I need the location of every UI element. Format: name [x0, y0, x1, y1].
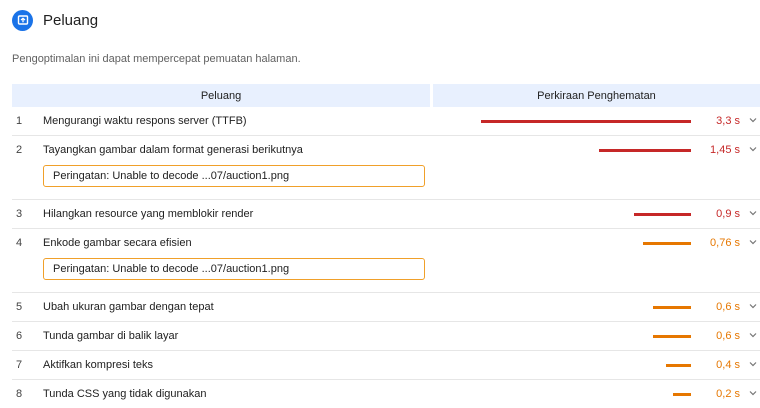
- chevron-down-icon[interactable]: [748, 208, 758, 218]
- chevron-down-icon[interactable]: [748, 237, 758, 247]
- savings-bar: [599, 149, 691, 152]
- savings-bar: [643, 242, 691, 245]
- row-title: Enkode gambar secara efisien: [43, 237, 192, 249]
- row-summary[interactable]: 3 Hilangkan resource yang memblokir rende…: [12, 200, 760, 228]
- table-header: Peluang Perkiraan Penghematan: [12, 84, 760, 107]
- column-header-opportunity: Peluang: [12, 84, 430, 107]
- row-summary[interactable]: 1 Mengurangi waktu respons server (TTFB) 3…: [12, 107, 760, 135]
- chevron-down-icon[interactable]: [748, 330, 758, 340]
- section-description: Pengoptimalan ini dapat mempercepat pemu…: [12, 53, 301, 65]
- opportunity-row[interactable]: 4 Enkode gambar secara efisien 0,76 s Perin…: [12, 229, 760, 293]
- row-title: Aktifkan kompresi teks: [43, 359, 154, 371]
- chevron-down-icon[interactable]: [748, 388, 758, 398]
- opportunity-row[interactable]: 7 Aktifkan kompresi teks 0,4 s: [12, 351, 760, 380]
- savings-value: 0,4 s: [716, 359, 740, 371]
- chevron-down-icon[interactable]: [748, 144, 758, 154]
- row-number: 7: [16, 359, 23, 371]
- row-title: Tayangkan gambar dalam format generasi b…: [43, 144, 303, 156]
- opportunity-row[interactable]: 6 Tunda gambar di balik layar 0,6 s: [12, 322, 760, 351]
- chevron-down-icon[interactable]: [748, 359, 758, 369]
- savings-bar: [653, 335, 691, 338]
- row-summary[interactable]: 6 Tunda gambar di balik layar 0,6 s: [12, 322, 760, 350]
- savings-value: 0,6 s: [716, 330, 740, 342]
- chevron-down-icon[interactable]: [748, 301, 758, 311]
- row-summary[interactable]: 4 Enkode gambar secara efisien 0,76 s: [12, 229, 760, 257]
- savings-value: 0,6 s: [716, 301, 740, 313]
- savings-bar: [481, 120, 691, 123]
- opportunity-row[interactable]: 1 Mengurangi waktu respons server (TTFB) 3…: [12, 107, 760, 136]
- savings-value: 0,2 s: [716, 388, 740, 400]
- section-title: Peluang: [43, 11, 99, 29]
- row-summary[interactable]: 5 Ubah ukuran gambar dengan tepat 0,6 s: [12, 293, 760, 321]
- row-title: Hilangkan resource yang memblokir render: [43, 208, 254, 220]
- savings-bar: [634, 213, 691, 216]
- row-title: Tunda CSS yang tidak digunakan: [43, 388, 207, 400]
- row-number: 6: [16, 330, 23, 342]
- chevron-down-icon[interactable]: [748, 115, 758, 125]
- section-header: Peluang: [12, 8, 98, 32]
- opportunity-row[interactable]: 3 Hilangkan resource yang memblokir rende…: [12, 200, 760, 229]
- warning-box: Peringatan: Unable to decode ...07/aucti…: [43, 165, 425, 187]
- row-number: 8: [16, 388, 23, 400]
- row-number: 3: [16, 208, 23, 220]
- savings-value: 1,45 s: [710, 144, 740, 156]
- savings-bar: [673, 393, 691, 396]
- row-number: 1: [16, 115, 23, 127]
- opportunity-icon: [12, 9, 33, 31]
- savings-value: 0,9 s: [716, 208, 740, 220]
- opportunity-row[interactable]: 2 Tayangkan gambar dalam format generasi …: [12, 136, 760, 200]
- row-summary[interactable]: 2 Tayangkan gambar dalam format generasi …: [12, 136, 760, 164]
- savings-value: 0,76 s: [710, 237, 740, 249]
- opportunity-row[interactable]: 8 Tunda CSS yang tidak digunakan 0,2 s: [12, 380, 760, 404]
- savings-value: 3,3 s: [716, 115, 740, 127]
- row-number: 2: [16, 144, 23, 156]
- row-title: Ubah ukuran gambar dengan tepat: [43, 301, 214, 313]
- row-title: Tunda gambar di balik layar: [43, 330, 179, 342]
- opportunity-row[interactable]: 5 Ubah ukuran gambar dengan tepat 0,6 s: [12, 293, 760, 322]
- row-number: 5: [16, 301, 23, 313]
- column-header-savings: Perkiraan Penghematan: [433, 84, 760, 107]
- row-title: Mengurangi waktu respons server (TTFB): [43, 115, 247, 127]
- savings-bar: [653, 306, 691, 309]
- row-number: 4: [16, 237, 23, 249]
- savings-bar: [666, 364, 691, 367]
- warning-box: Peringatan: Unable to decode ...07/aucti…: [43, 258, 425, 280]
- row-summary[interactable]: 7 Aktifkan kompresi teks 0,4 s: [12, 351, 760, 379]
